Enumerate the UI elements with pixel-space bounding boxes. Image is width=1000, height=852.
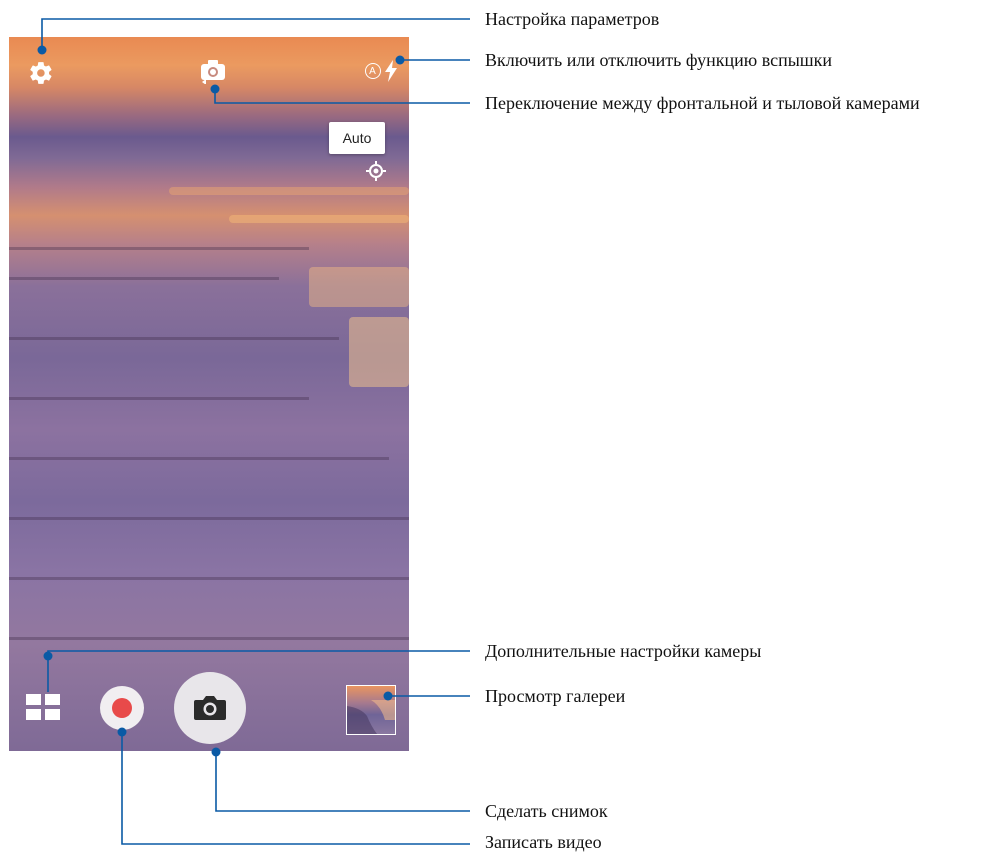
callout-advanced-settings: Дополнительные настройки камеры xyxy=(485,641,762,661)
callout-gallery: Просмотр галереи xyxy=(485,686,626,706)
callout-settings: Настройка параметров xyxy=(485,9,660,29)
callout-flash: Включить или отключить функцию вспышки xyxy=(485,50,833,70)
callout-leader-lines xyxy=(37,18,470,845)
callout-take-photo: Сделать снимок xyxy=(485,801,608,821)
callout-record-video: Записать видео xyxy=(485,832,602,852)
callout-switch-camera: Переключение между фронтальной и тыловой… xyxy=(485,93,920,113)
